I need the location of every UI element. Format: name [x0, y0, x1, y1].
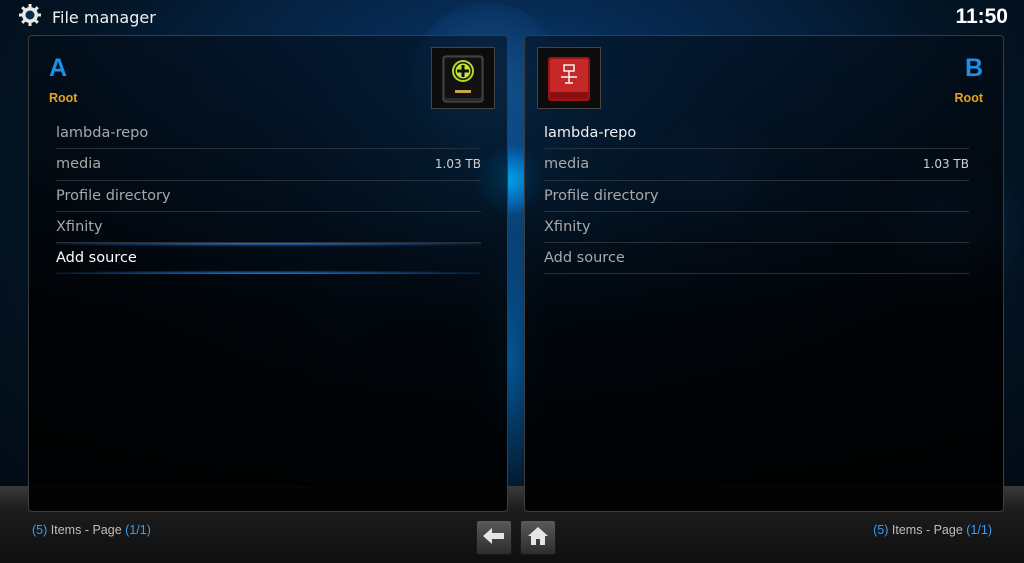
- back-arrow-icon: [483, 527, 505, 548]
- add-drive-icon: [431, 47, 495, 109]
- item-count: (5) Items - Page (1/1): [32, 523, 151, 537]
- file-list: lambda-repo media 1.03 TB Profile direct…: [544, 118, 969, 275]
- item-count: (5) Items - Page (1/1): [873, 523, 992, 537]
- list-item[interactable]: media 1.03 TB: [56, 149, 481, 181]
- left-panel: A Root lambda-repo media 1.03 TB Profile…: [28, 35, 508, 512]
- network-drive-icon: [537, 47, 601, 109]
- list-item[interactable]: media 1.03 TB: [544, 149, 969, 181]
- list-item[interactable]: Xfinity: [56, 212, 481, 244]
- home-icon: [527, 526, 549, 550]
- file-list: lambda-repo media 1.03 TB Profile direct…: [56, 118, 481, 275]
- panel-path: Root: [49, 91, 78, 105]
- home-button[interactable]: [520, 520, 556, 555]
- list-item[interactable]: lambda-repo: [544, 118, 969, 150]
- gear-icon: [18, 3, 42, 31]
- list-item[interactable]: Xfinity: [544, 212, 969, 244]
- list-item[interactable]: Profile directory: [544, 181, 969, 212]
- list-item[interactable]: lambda-repo: [56, 118, 481, 150]
- list-item[interactable]: Add source: [544, 243, 969, 275]
- panel-path: Root: [954, 91, 983, 105]
- right-panel: B Root lambda-repo media 1.03 TB Profile…: [524, 35, 1004, 512]
- clock: 11:50: [955, 5, 1008, 28]
- window-header: File manager: [18, 4, 156, 30]
- list-item-selected[interactable]: Add source: [56, 243, 481, 275]
- list-item[interactable]: Profile directory: [56, 181, 481, 212]
- page-title: File manager: [52, 7, 156, 27]
- back-button[interactable]: [476, 520, 512, 555]
- panel-letter: A: [49, 54, 68, 82]
- panel-letter: B: [964, 54, 983, 82]
